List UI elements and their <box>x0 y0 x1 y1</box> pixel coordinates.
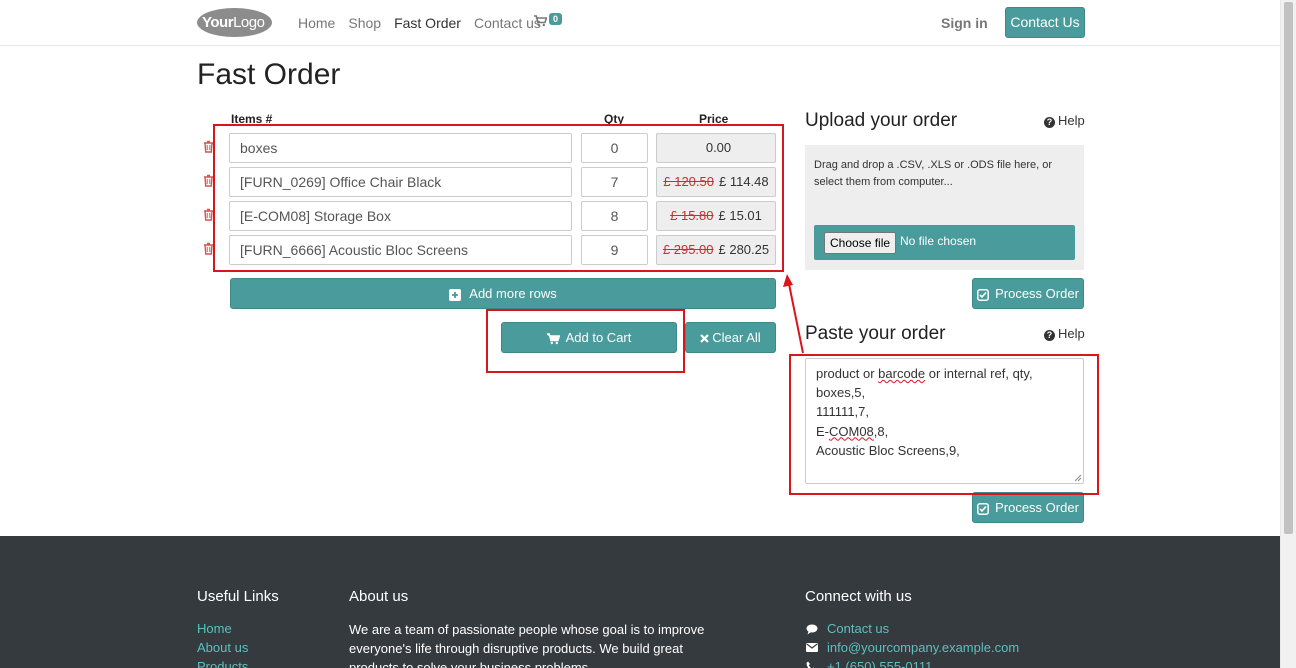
cart-icon <box>534 15 548 27</box>
main-nav: Home Shop Fast Order Contact us <box>298 15 554 31</box>
annotation-box-order-rows <box>213 124 784 272</box>
file-drop-zone[interactable]: Drag and drop a .CSV, .XLS or .ODS file … <box>805 145 1084 270</box>
upload-process-order-button[interactable]: Process Order <box>972 278 1084 309</box>
footer-link-about-us[interactable]: About us <box>197 640 248 655</box>
useful-links-title: Useful Links <box>197 588 279 605</box>
footer-link-products[interactable]: Products <box>197 659 248 668</box>
connect-title: Connect with us <box>805 588 912 605</box>
company-logo[interactable]: YourLogo <box>197 8 272 37</box>
upload-help-label: Help <box>1058 113 1085 128</box>
page-title: Fast Order <box>197 58 341 91</box>
drop-zone-instructions: Drag and drop a .CSV, .XLS or .ODS file … <box>814 159 1053 188</box>
cart-count-badge: 0 <box>549 13 563 25</box>
upload-order-title: Upload your order <box>805 110 958 131</box>
cart-link[interactable]: 0 <box>534 13 563 29</box>
add-more-rows-label: Add more rows <box>469 286 557 301</box>
annotation-box-add-to-cart <box>486 309 685 373</box>
clear-all-label: Clear All <box>712 330 761 345</box>
site-footer: Useful Links Home About us Products Abou… <box>0 536 1280 668</box>
about-us-title: About us <box>349 588 409 605</box>
paste-order-title: Paste your order <box>805 323 946 344</box>
about-us-text: We are a team of passionate people whose… <box>349 622 705 668</box>
check-square-icon <box>977 288 990 301</box>
nav-contact-us[interactable]: Contact us <box>474 15 541 31</box>
question-circle-icon: ? <box>1044 117 1055 128</box>
file-input[interactable]: Choose file No file chosen <box>814 225 1075 260</box>
nav-fast-order[interactable]: Fast Order <box>394 15 461 31</box>
footer-email-link[interactable]: info@yourcompany.example.com <box>827 640 1019 655</box>
close-icon <box>700 334 710 343</box>
upload-help-link[interactable]: ? Help <box>1044 113 1085 128</box>
sign-in-link[interactable]: Sign in <box>941 15 988 31</box>
nav-home[interactable]: Home <box>298 15 335 31</box>
envelope-icon <box>806 643 818 652</box>
question-circle-icon: ? <box>1044 330 1055 341</box>
footer-link-home[interactable]: Home <box>197 621 232 636</box>
contact-us-button[interactable]: Contact Us <box>1005 7 1085 38</box>
clear-all-button[interactable]: Clear All <box>685 322 776 353</box>
comment-icon <box>806 624 818 635</box>
plus-square-icon <box>449 288 462 301</box>
check-square-icon <box>977 502 990 515</box>
annotation-box-paste-order <box>789 354 1099 495</box>
scrollbar-thumb[interactable] <box>1284 2 1293 534</box>
page-scrollbar[interactable] <box>1280 0 1296 668</box>
add-more-rows-button[interactable]: Add more rows <box>230 278 776 309</box>
footer-contact-us-link[interactable]: Contact us <box>827 621 889 636</box>
phone-icon <box>806 661 815 668</box>
choose-file-button[interactable]: Choose file <box>824 232 897 254</box>
paste-process-order-label: Process Order <box>995 500 1079 515</box>
footer-phone-link[interactable]: +1 (650) 555-0111 <box>827 659 932 668</box>
top-navbar: YourLogo Home Shop Fast Order Contact us… <box>0 0 1280 46</box>
nav-shop[interactable]: Shop <box>348 15 381 31</box>
no-file-chosen-label: No file chosen <box>900 234 977 248</box>
paste-process-order-button[interactable]: Process Order <box>972 492 1084 523</box>
paste-help-link[interactable]: ? Help <box>1044 326 1085 341</box>
paste-help-label: Help <box>1058 326 1085 341</box>
upload-process-order-label: Process Order <box>995 286 1079 301</box>
